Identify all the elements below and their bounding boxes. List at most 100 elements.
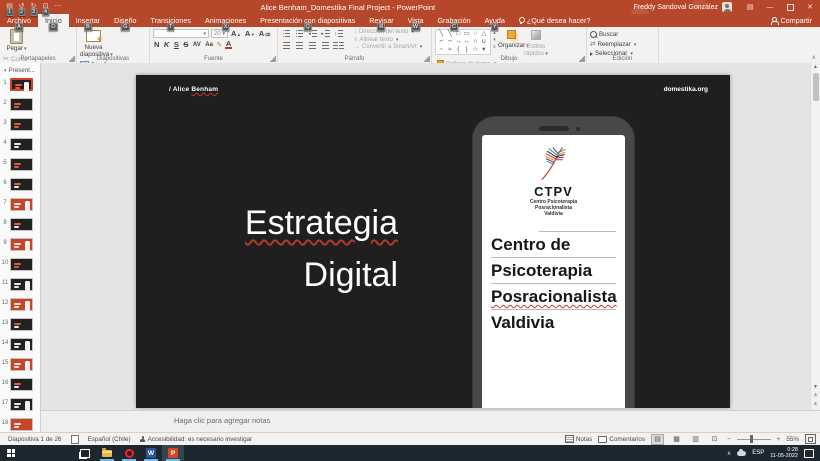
align-text-button[interactable]: ≡Alinear texto [354, 37, 422, 43]
customize-qat-button[interactable]: ⋯ [53, 1, 62, 13]
tab-diseño[interactable]: DiseñoG [107, 14, 143, 27]
bold-button[interactable]: N [153, 40, 160, 49]
slide-thumbnail[interactable] [10, 338, 33, 351]
shape-icon[interactable]: } [463, 46, 472, 54]
shrink-font-button[interactable]: A▼ [244, 29, 256, 38]
tray-cloud-icon[interactable] [737, 451, 746, 456]
phone-text-line[interactable]: Posracionalista [491, 283, 616, 309]
shape-icon[interactable]: ▭ [463, 30, 472, 38]
new-slide-button[interactable]: Nueva diapositiva [80, 29, 107, 59]
tab-revisar[interactable]: RevisarR [362, 14, 400, 27]
vertical-scrollbar[interactable]: ▲ ▼ ≙ ≚ [810, 63, 820, 410]
align-left-button[interactable] [281, 41, 292, 50]
tab-presentación-con-diapositivas[interactable]: Presentación con diapositivasQ [253, 14, 362, 27]
shape-icon[interactable]: ≈ [446, 46, 455, 54]
zoom-in-button[interactable]: + [777, 436, 781, 443]
font-name-select[interactable] [153, 29, 209, 38]
dialog-launcher-icon[interactable] [424, 56, 430, 62]
account-area[interactable]: Freddy Sandoval González [634, 2, 732, 12]
zoom-level[interactable]: 55% [786, 436, 799, 443]
zoom-slider[interactable] [737, 439, 771, 440]
clear-formatting-button[interactable]: A⌫ [258, 29, 272, 38]
shape-icon[interactable]: ☆ [471, 46, 480, 54]
line-spacing-button[interactable]: ↕ [333, 29, 344, 38]
slide-canvas[interactable]: / Alice Benham domestika.org Estrategia … [136, 75, 730, 408]
columns-button[interactable] [333, 41, 344, 50]
file-explorer-button[interactable] [96, 445, 118, 461]
ribbon-display-options-button[interactable]: ▤ [740, 0, 760, 14]
shape-icon[interactable]: ~ [437, 46, 446, 54]
dialog-launcher-icon[interactable] [69, 56, 75, 62]
slide-thumbnail[interactable] [10, 238, 33, 251]
restore-button[interactable] [780, 0, 800, 14]
slide-thumbnail[interactable] [10, 218, 33, 231]
slide-sorter-view-button[interactable]: ▦ [670, 434, 683, 445]
slide-thumbnail[interactable] [10, 298, 33, 311]
slide-thumbnail[interactable] [10, 78, 33, 91]
arrange-button[interactable]: Organizar [498, 29, 524, 50]
slideshow-view-button[interactable]: ⊡ [708, 434, 721, 445]
hidden-icons-chevron[interactable]: ∧ [727, 450, 731, 457]
slide-thumbnail[interactable] [10, 418, 33, 431]
slide-thumbnail[interactable] [10, 358, 33, 371]
shapes-more-icon[interactable]: ≡ [493, 44, 496, 50]
display-settings-icon[interactable] [71, 435, 79, 444]
phone-text-line[interactable]: Psicoterapia [491, 257, 616, 283]
slide-thumbnail[interactable] [10, 398, 33, 411]
close-button[interactable]: ✕ [800, 0, 820, 14]
slide-thumbnail[interactable] [10, 138, 33, 151]
shape-icon[interactable]: ○ [471, 30, 480, 38]
shape-icon[interactable]: ▾ [480, 46, 489, 54]
slide-thumbnail[interactable] [10, 318, 33, 331]
phone-mockup[interactable]: CTPV Centro PsicoterapiaPosracionalistaV… [473, 117, 634, 408]
shape-icon[interactable]: ¬ [446, 38, 455, 46]
phone-text-line[interactable]: Centro de [491, 231, 616, 257]
word-button[interactable]: W [140, 445, 162, 461]
shape-icon[interactable]: ╲ [437, 30, 446, 38]
comments-toggle-button[interactable]: Comentarios [598, 436, 645, 443]
fit-to-window-button[interactable] [805, 434, 816, 444]
zoom-out-button[interactable]: − [727, 436, 731, 443]
shapes-scroll-down-icon[interactable]: ▾ [493, 37, 496, 43]
strikethrough-button[interactable]: S [182, 40, 189, 49]
convert-smartart-button[interactable]: →Convertir a SmartArt [354, 44, 422, 50]
action-center-icon[interactable] [804, 449, 814, 458]
zoom-slider-thumb[interactable] [750, 435, 753, 443]
dialog-launcher-icon[interactable] [270, 56, 276, 62]
notes-toggle-button[interactable]: Notas [565, 435, 592, 443]
undo-button[interactable]: ↺2 [17, 1, 26, 13]
scrollbar-thumb[interactable] [813, 73, 819, 101]
slide-thumbnail[interactable] [10, 258, 33, 271]
account-name[interactable]: Freddy Sandoval González [634, 4, 718, 11]
grow-font-button[interactable]: A▲ [230, 29, 242, 38]
justify-button[interactable] [320, 41, 331, 50]
shape-icon[interactable]: ↔ [463, 38, 472, 46]
tab-ayuda[interactable]: AyudaY [478, 14, 512, 27]
phone-text-line[interactable]: Valdivia [491, 309, 616, 335]
normal-view-button[interactable]: ▤ [651, 434, 664, 445]
taskbar-clock[interactable]: 0:2811-05-2022 [770, 447, 798, 460]
start-presentation-button[interactable]: ⊡4 [41, 1, 50, 13]
tab-vista[interactable]: VistaW [401, 14, 431, 27]
align-center-button[interactable] [294, 41, 305, 50]
share-button[interactable]: Compartir [762, 14, 820, 27]
slide-title-text[interactable]: Estrategia Digital [234, 197, 398, 301]
opera-button[interactable] [118, 445, 140, 461]
task-view-button[interactable] [74, 445, 96, 461]
scroll-down-icon[interactable]: ▼ [811, 383, 820, 392]
shape-icon[interactable]: ╲ [446, 30, 455, 38]
increase-indent-button[interactable]: ▸ [320, 29, 331, 38]
shape-icon[interactable]: △ [480, 30, 489, 38]
shape-icon[interactable]: ∩ [471, 38, 480, 46]
shape-icon[interactable]: { [454, 46, 463, 54]
dialog-launcher-icon[interactable] [579, 56, 585, 62]
scroll-up-icon[interactable]: ▲ [811, 63, 820, 72]
shape-icon[interactable]: □ [454, 30, 463, 38]
character-spacing-button[interactable]: AV [192, 42, 202, 48]
save-button[interactable]: ▤1 [5, 1, 14, 13]
slide-thumbnail[interactable] [10, 378, 33, 391]
shape-icon[interactable]: ⌐ [437, 38, 446, 46]
shape-icon[interactable]: → [454, 38, 463, 46]
tab-insertar[interactable]: InsertarB [69, 14, 107, 27]
avatar[interactable] [722, 2, 732, 12]
